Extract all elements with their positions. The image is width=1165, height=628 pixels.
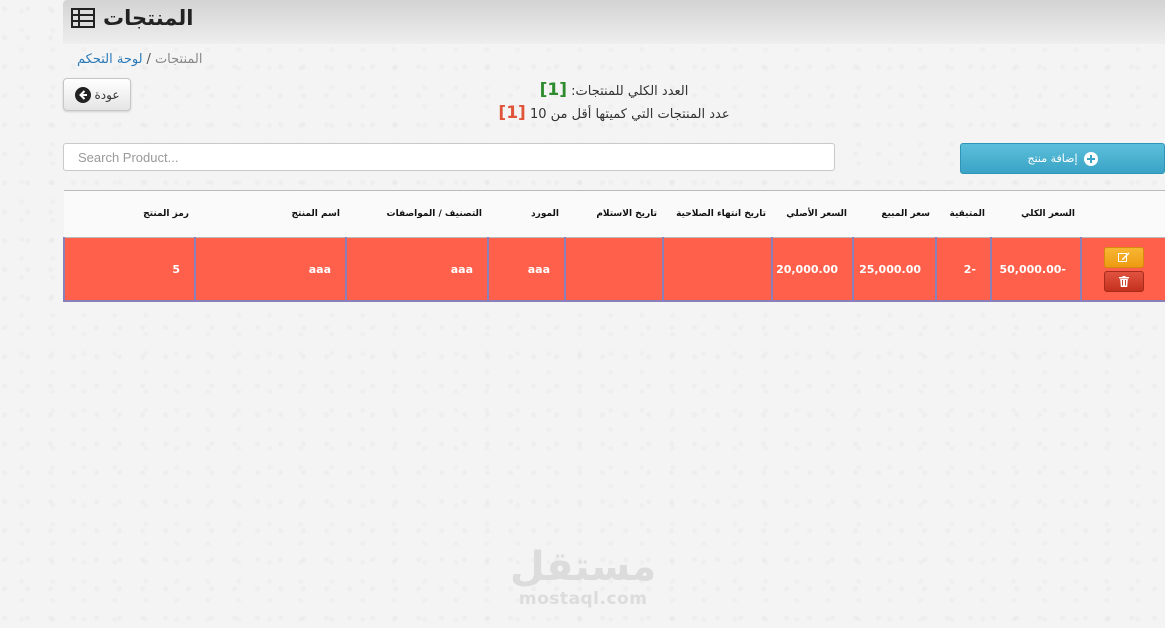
search-product-input[interactable] bbox=[63, 143, 835, 171]
table-row: 5 aaa aaa aaa 20,000.00 25,000.00 -2 -50… bbox=[63, 237, 1165, 302]
breadcrumb-separator: / bbox=[146, 52, 151, 67]
column-header[interactable]: السعر الأصلي bbox=[772, 190, 853, 238]
products-table: رمز المنتج اسم المنتج التصنيف / المواصفا… bbox=[63, 190, 1165, 302]
total-products-count: [1] bbox=[539, 80, 568, 100]
product-total-price-cell: -50,000.00 bbox=[990, 237, 1081, 302]
column-header[interactable]: تاريخ انتهاء الصلاحية bbox=[663, 190, 772, 238]
column-header[interactable]: تاريخ الاستلام bbox=[565, 190, 663, 238]
breadcrumb: المنتجات/لوحة التحكم bbox=[77, 52, 202, 67]
breadcrumb-current: المنتجات bbox=[154, 52, 203, 67]
product-category-cell: aaa bbox=[345, 237, 488, 302]
column-header[interactable]: السعر الكلي bbox=[991, 190, 1081, 238]
plus-circle-icon bbox=[1083, 151, 1098, 166]
add-product-button[interactable]: إضافة منتج bbox=[960, 143, 1165, 174]
column-header[interactable]: المورد bbox=[488, 190, 565, 238]
total-products-stat: العدد الكلي للمنتجات: [1] bbox=[63, 80, 1165, 100]
column-header[interactable]: المتبقية bbox=[936, 190, 991, 238]
edit-product-button[interactable] bbox=[1104, 246, 1144, 268]
product-remaining-cell: -2 bbox=[935, 237, 991, 302]
edit-icon bbox=[1118, 252, 1130, 262]
watermark-latin: mostaql.com bbox=[518, 589, 648, 609]
product-name-cell: aaa bbox=[194, 237, 346, 302]
watermark-arabic: مستقل bbox=[510, 544, 657, 590]
product-actions-cell bbox=[1080, 237, 1165, 302]
actions-column-header bbox=[1081, 190, 1165, 238]
column-header[interactable]: التصنيف / المواصفات bbox=[346, 190, 488, 238]
product-received-date-cell bbox=[564, 237, 663, 302]
row-actions bbox=[1082, 246, 1165, 292]
trash-icon bbox=[1119, 275, 1129, 287]
product-expiry-date-cell bbox=[662, 237, 772, 302]
low-stock-stat: عدد المنتجات التي كميتها أقل من 10 [1] bbox=[63, 103, 1165, 123]
product-supplier-cell: aaa bbox=[487, 237, 565, 302]
column-header[interactable]: رمز المنتج bbox=[64, 190, 195, 238]
page-title-wrap: المنتجات bbox=[71, 6, 193, 30]
product-original-price-cell: 20,000.00 bbox=[771, 237, 853, 302]
low-stock-count: [1] bbox=[498, 103, 526, 123]
breadcrumb-dashboard-link[interactable]: لوحة التحكم bbox=[77, 52, 143, 67]
products-page: المنتجات المنتجات/لوحة التحكم عودة العدد… bbox=[63, 0, 1165, 628]
page-title: المنتجات bbox=[103, 6, 194, 30]
table-header-row: رمز المنتج اسم المنتج التصنيف / المواصفا… bbox=[64, 190, 1165, 238]
column-header[interactable]: اسم المنتج bbox=[195, 190, 346, 238]
product-code-cell: 5 bbox=[63, 237, 195, 302]
mostaql-watermark: مستقل mostaql.com bbox=[510, 545, 656, 609]
delete-product-button[interactable] bbox=[1104, 270, 1144, 292]
product-sale-price-cell: 25,000.00 bbox=[852, 237, 936, 302]
page-header: المنتجات bbox=[63, 0, 1165, 44]
add-product-label: إضافة منتج bbox=[1027, 152, 1078, 165]
table-grid-icon bbox=[71, 8, 95, 28]
low-stock-label: عدد المنتجات التي كميتها أقل من 10 bbox=[529, 107, 730, 122]
total-products-label: العدد الكلي للمنتجات: bbox=[571, 84, 689, 99]
column-header[interactable]: سعر المبيع bbox=[853, 190, 936, 238]
